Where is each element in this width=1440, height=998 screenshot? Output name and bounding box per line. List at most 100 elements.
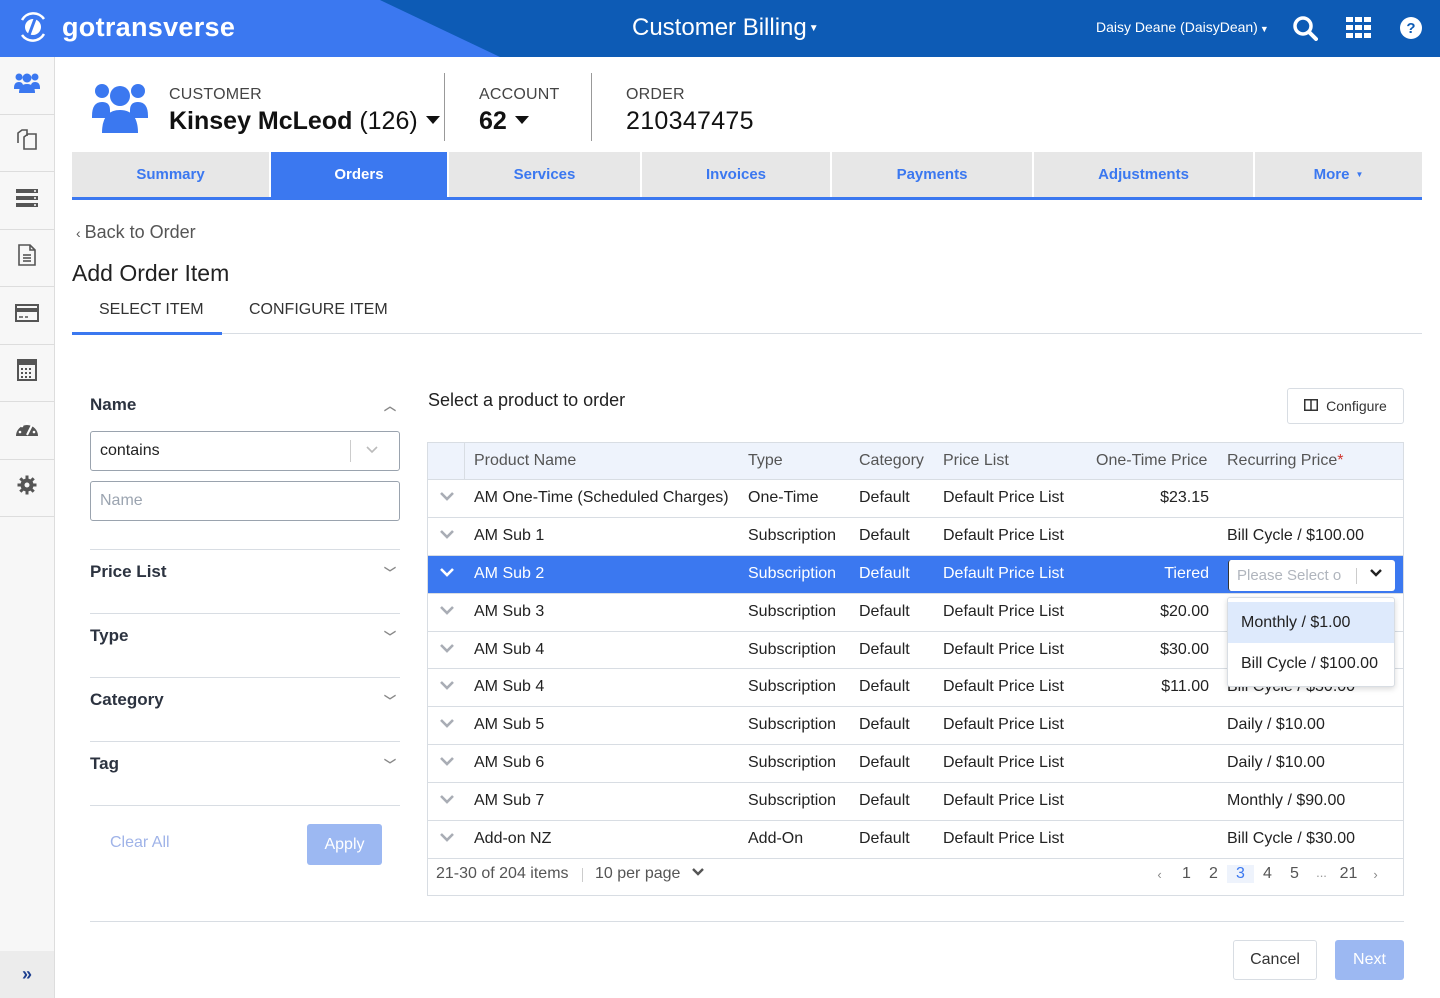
next-button[interactable]: Next	[1335, 940, 1404, 980]
step-select-item[interactable]: SELECT ITEM	[99, 301, 204, 319]
name-operator-select[interactable]: contains	[90, 431, 400, 471]
tab-payments[interactable]: Payments	[832, 152, 1034, 197]
table-row[interactable]: AM Sub 2 Subscription Default Default Price…	[428, 555, 1403, 594]
account-selector[interactable]: ACCOUNT 62	[479, 86, 560, 136]
clear-all-button[interactable]: Clear All	[110, 834, 170, 852]
product-name: AM Sub 4	[474, 640, 545, 658]
expand-row-chevron-icon[interactable]	[439, 754, 455, 772]
user-menu[interactable]: Daisy Deane (DaisyDean) ▼	[1096, 19, 1269, 35]
one-time-price: $20.00	[1160, 602, 1209, 620]
step-configure-item[interactable]: CONFIGURE ITEM	[249, 301, 388, 319]
select-separator	[1356, 567, 1357, 584]
filter-price-list-section[interactable]: Price List ﹀	[90, 549, 400, 613]
tab-services[interactable]: Services	[449, 152, 642, 197]
tab-adjustments[interactable]: Adjustments	[1034, 152, 1255, 197]
col-type[interactable]: Type	[748, 452, 783, 470]
recurring-price-select[interactable]: Please Select o	[1228, 559, 1395, 591]
expand-row-chevron-icon[interactable]	[439, 792, 455, 810]
apps-grid-icon[interactable]	[1345, 14, 1373, 42]
filter-category-section[interactable]: Category ﹀	[90, 677, 400, 741]
divider	[582, 868, 583, 882]
per-page-select[interactable]: 10 per page	[595, 865, 705, 883]
name-filter-input[interactable]	[90, 481, 400, 521]
product-category: Default	[859, 640, 910, 658]
divider	[90, 921, 1404, 922]
tab-invoices[interactable]: Invoices	[642, 152, 832, 197]
rail-item-settings[interactable]	[0, 460, 54, 517]
previous-page-button[interactable]: ‹	[1146, 865, 1173, 883]
expand-row-chevron-icon[interactable]	[439, 489, 455, 507]
product-name: AM Sub 7	[474, 792, 545, 810]
dropdown-option[interactable]: Monthly / $1.00	[1228, 602, 1394, 643]
customer-name-text: Kinsey McLeod	[169, 107, 353, 135]
configure-columns-button[interactable]: Configure	[1287, 388, 1404, 424]
rail-item-payments[interactable]	[0, 287, 54, 345]
back-to-order-link[interactable]: ‹ Back to Order	[76, 222, 196, 243]
rail-item-dashboard[interactable]	[0, 402, 54, 460]
order-number: 210347475	[626, 107, 754, 135]
page-link[interactable]: 21	[1335, 865, 1362, 883]
filter-tag-section[interactable]: Tag ﹀	[90, 741, 400, 805]
expand-row-chevron-icon[interactable]	[439, 565, 455, 583]
next-page-button[interactable]: ›	[1362, 865, 1389, 883]
name-operator-value: contains	[100, 442, 160, 459]
rail-item-calculator[interactable]	[0, 345, 54, 402]
top-header: gotransverse Customer Billing ▼ Daisy Dea…	[0, 0, 1440, 57]
page-link[interactable]: 1	[1173, 865, 1200, 883]
tab-orders[interactable]: Orders	[271, 152, 449, 197]
table-row[interactable]: AM Sub 1 Subscription Default Default Price…	[428, 518, 1403, 556]
table-row[interactable]: AM Sub 5 Subscription Default Default Price…	[428, 707, 1403, 746]
rail-item-services[interactable]	[0, 172, 54, 230]
rail-item-invoices[interactable]	[0, 230, 54, 287]
rail-item-orders[interactable]	[0, 115, 54, 172]
table-row[interactable]: AM One-Time (Scheduled Charges) One-Time D…	[428, 480, 1403, 518]
divider	[90, 805, 400, 806]
customer-name: Kinsey McLeod (126)	[169, 107, 440, 136]
page-link[interactable]: 2	[1200, 865, 1227, 883]
filter-price-list-label: Price List	[90, 562, 167, 581]
tab-more-label: More	[1313, 166, 1350, 183]
expander-column-header	[428, 443, 465, 480]
filter-category-label: Category	[90, 690, 164, 709]
apply-button[interactable]: Apply	[307, 824, 382, 865]
page-link[interactable]: 3	[1227, 865, 1254, 883]
rail-item-customers[interactable]	[0, 57, 54, 115]
col-recurring-price[interactable]: Recurring Price*	[1227, 452, 1344, 470]
expand-row-chevron-icon[interactable]	[439, 527, 455, 545]
table-row[interactable]: AM Sub 7 Subscription Default Default Price…	[428, 783, 1403, 822]
expand-rail-button[interactable]: »	[0, 951, 54, 998]
select-separator	[350, 440, 351, 462]
product-category: Default	[859, 678, 910, 696]
expand-row-chevron-icon[interactable]	[439, 603, 455, 621]
product-category: Default	[859, 564, 910, 582]
col-category[interactable]: Category	[859, 452, 924, 470]
table-row[interactable]: Add-on NZ Add-On Default Default Price List…	[428, 821, 1403, 859]
table-row[interactable]: AM Sub 6 Subscription Default Default Price…	[428, 745, 1403, 784]
pager: 21-30 of 204 items 10 per page ‹ 1 2 3 4 5...…	[428, 855, 1403, 895]
step-tabs: SELECT ITEM CONFIGURE ITEM	[72, 297, 1422, 335]
grid-header: Product Name Type Category Price List On…	[428, 443, 1403, 480]
filter-name-header[interactable]: Name ︿	[90, 395, 400, 415]
help-icon[interactable]: ?	[1397, 14, 1425, 42]
logo[interactable]: gotransverse	[16, 10, 235, 44]
col-product-name[interactable]: Product Name	[474, 452, 576, 470]
customer-selector[interactable]: CUSTOMER Kinsey McLeod (126)	[169, 86, 440, 136]
cancel-button[interactable]: Cancel	[1233, 940, 1317, 980]
col-one-time-price[interactable]: One-Time Price	[1096, 452, 1207, 470]
filter-type-section[interactable]: Type ﹀	[90, 613, 400, 677]
expand-row-chevron-icon[interactable]	[439, 830, 455, 848]
page-link[interactable]: 4	[1254, 865, 1281, 883]
search-icon[interactable]	[1291, 14, 1319, 42]
page-link[interactable]: 5	[1281, 865, 1308, 883]
tab-more[interactable]: More ▼	[1255, 152, 1422, 197]
expand-row-chevron-icon[interactable]	[439, 716, 455, 734]
dropdown-option[interactable]: Bill Cycle / $100.00	[1228, 643, 1394, 684]
recurring-price: Monthly / $90.00	[1227, 792, 1346, 810]
tab-summary[interactable]: Summary	[72, 152, 271, 197]
app-switcher[interactable]: Customer Billing ▼	[632, 14, 819, 42]
expand-row-chevron-icon[interactable]	[439, 641, 455, 659]
col-price-list[interactable]: Price List	[943, 452, 1009, 470]
gear-icon	[17, 475, 37, 500]
product-price-list: Default Price List	[943, 754, 1064, 772]
expand-row-chevron-icon[interactable]	[439, 678, 455, 696]
